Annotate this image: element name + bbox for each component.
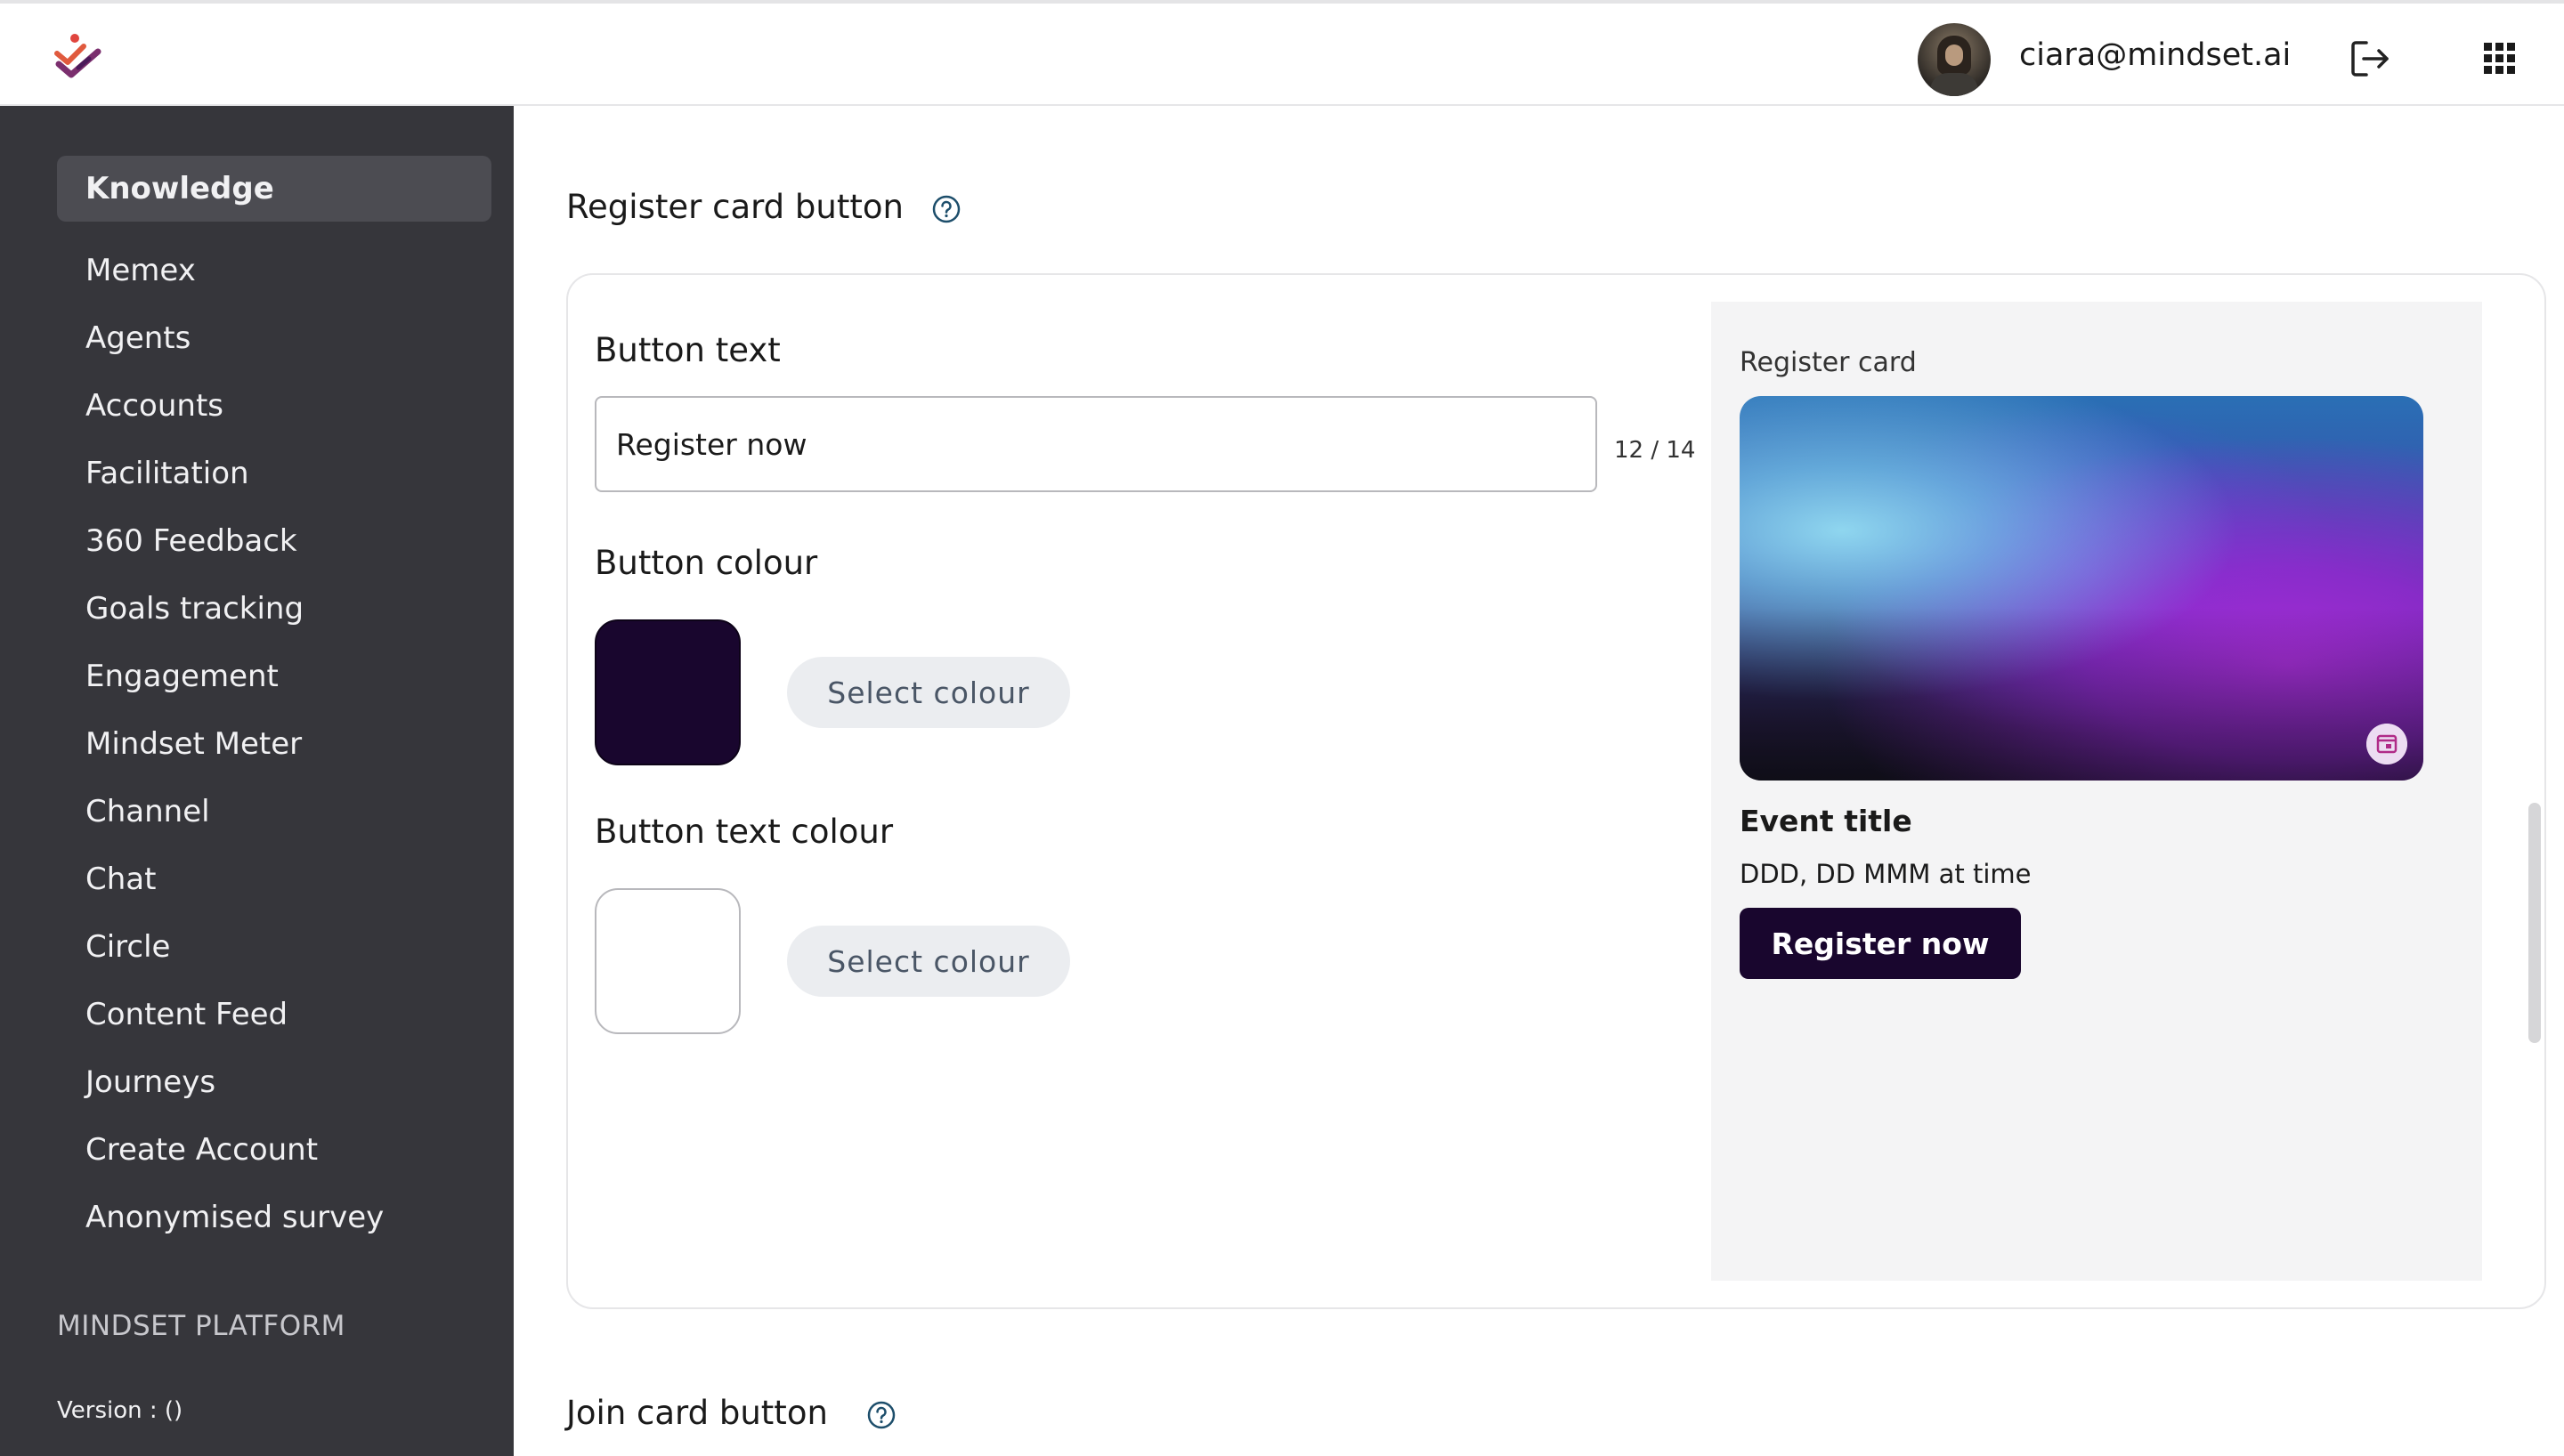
event-image <box>1740 396 2423 781</box>
sidebar-item-360-feedback[interactable]: 360 Feedback <box>57 508 491 574</box>
sidebar-item-goals-tracking[interactable]: Goals tracking <box>57 576 491 642</box>
event-date: DDD, DD MMM at time <box>1740 859 2032 889</box>
button-colour-label: Button colour <box>595 544 818 582</box>
sidebar-item-mindset-meter[interactable]: Mindset Meter <box>57 711 491 777</box>
select-button-colour-button[interactable]: Select colour <box>787 657 1070 728</box>
sidebar-item-facilitation[interactable]: Facilitation <box>57 441 491 506</box>
sidebar-item-create-account[interactable]: Create Account <box>57 1117 491 1183</box>
preview-label: Register card <box>1740 347 1917 378</box>
sidebar-item-agents[interactable]: Agents <box>57 305 491 371</box>
top-bar: ciara@mindset.ai <box>0 0 2564 106</box>
sidebar-item-engagement[interactable]: Engagement <box>57 643 491 709</box>
sidebar-item-chat[interactable]: Chat <box>57 846 491 912</box>
sidebar-item-circle[interactable]: Circle <box>57 914 491 980</box>
sidebar-item-journeys[interactable]: Journeys <box>57 1049 491 1115</box>
user-email: ciara@mindset.ai <box>2019 37 2292 73</box>
apps-grid-icon[interactable] <box>2484 43 2516 75</box>
register-now-button[interactable]: Register now <box>1740 908 2021 979</box>
char-count: 12 / 14 <box>1614 437 1696 464</box>
scrollbar[interactable] <box>2528 803 2541 1043</box>
button-colour-swatch[interactable] <box>595 619 741 765</box>
button-text-input[interactable] <box>595 396 1597 492</box>
logout-icon[interactable] <box>2350 39 2391 78</box>
button-text-label: Button text <box>595 331 781 369</box>
sidebar-item-anonymised-survey[interactable]: Anonymised survey <box>57 1185 491 1250</box>
button-text-colour-swatch[interactable] <box>595 888 741 1034</box>
sidebar-item-channel[interactable]: Channel <box>57 779 491 845</box>
avatar[interactable] <box>1918 23 1991 96</box>
mindset-logo-icon[interactable] <box>53 32 105 82</box>
button-text-colour-label: Button text colour <box>595 813 894 851</box>
select-text-colour-button[interactable]: Select colour <box>787 926 1070 997</box>
sidebar-item-knowledge[interactable]: Knowledge <box>57 156 491 222</box>
sidebar-item-accounts[interactable]: Accounts <box>57 373 491 439</box>
sidebar-item-memex[interactable]: Memex <box>57 238 491 303</box>
sidebar: Knowledge Memex Agents Accounts Facilita… <box>0 106 514 1456</box>
register-section-title: Register card button <box>566 188 904 226</box>
version-label: Version : () <box>57 1397 183 1424</box>
help-circle-icon[interactable] <box>931 194 961 224</box>
help-circle-icon[interactable] <box>866 1400 897 1430</box>
event-title: Event title <box>1740 804 1912 838</box>
sidebar-item-content-feed[interactable]: Content Feed <box>57 982 491 1048</box>
platform-label: MINDSET PLATFORM <box>57 1310 345 1342</box>
calendar-icon <box>2366 724 2407 764</box>
join-section-title: Join card button <box>566 1394 828 1432</box>
